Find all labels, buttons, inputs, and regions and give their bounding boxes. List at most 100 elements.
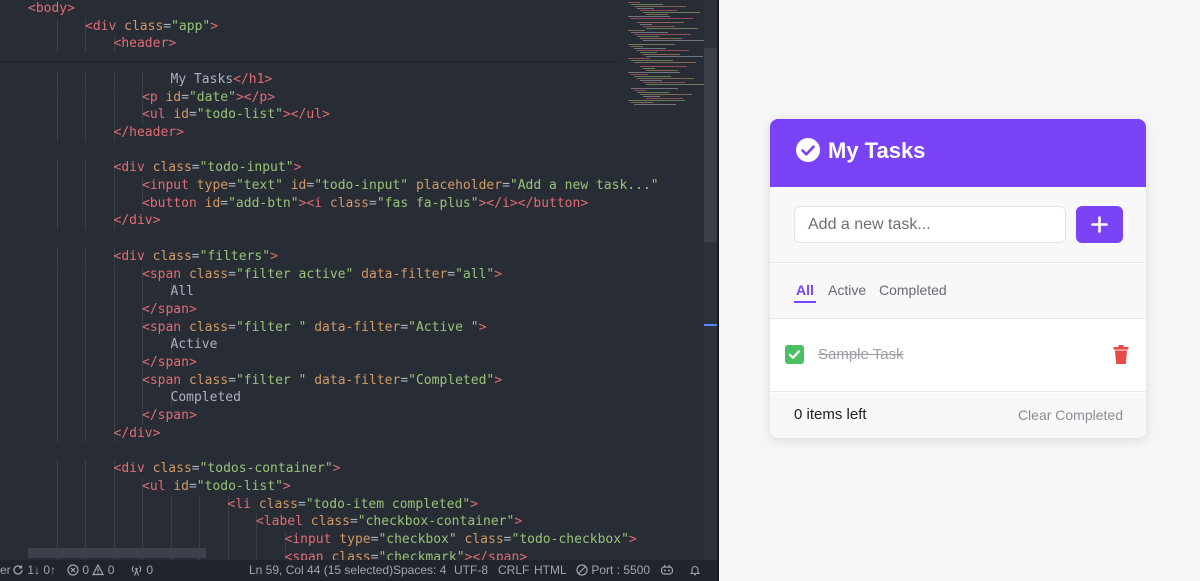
language-mode[interactable]: HTML	[534, 560, 567, 581]
code-line[interactable]: <span class="filter active" data-filter=…	[142, 266, 502, 284]
scrollbar-thumb[interactable]	[704, 48, 717, 242]
indent-guide	[85, 159, 86, 177]
indent-guide	[113, 354, 115, 372]
code-line[interactable]: <span class="checkmark"></span>	[285, 549, 528, 560]
minimap-line	[643, 82, 685, 83]
code-area[interactable]: <body> <div class="app"> <header> My Tasks<…	[0, 0, 659, 560]
problems-status[interactable]: 0 0	[67, 560, 114, 581]
code-line[interactable]: <span class="filter " data-filter="Activ…	[142, 319, 486, 337]
filter-bar: All Active Completed	[770, 264, 1146, 319]
code-line[interactable]: <div class="filters">	[114, 248, 278, 266]
clear-completed-button[interactable]: Clear Completed	[1018, 407, 1123, 423]
code-token: >	[332, 461, 341, 477]
code-line[interactable]: <ul id="todo-list">	[142, 478, 291, 496]
code-line[interactable]: <div class="app">	[85, 18, 218, 36]
minimap-line	[640, 66, 687, 67]
items-left-count: 0 items left	[794, 406, 867, 423]
minimap-line	[628, 2, 640, 3]
minimap-line	[637, 92, 669, 93]
indent-guide	[56, 477, 58, 496]
error-count: 0	[82, 563, 90, 577]
indent-guide	[56, 106, 58, 124]
todo-checkbox[interactable]	[785, 345, 804, 364]
code-token: "todo-item completed"	[305, 496, 471, 512]
ports-status[interactable]: 0	[130, 560, 153, 581]
code-line[interactable]: <ul id="todo-list"></ul>	[142, 106, 330, 124]
add-task-button[interactable]	[1076, 206, 1123, 243]
minimap-line	[631, 46, 643, 47]
code-line[interactable]: <div class="todos-container">	[114, 460, 341, 478]
code-token: All	[170, 284, 194, 300]
ports-count: 0	[146, 563, 154, 577]
indent-guide	[113, 531, 115, 549]
code-line[interactable]: </header>	[114, 124, 184, 142]
code-token: ></p>	[235, 89, 276, 105]
copilot-status[interactable]	[660, 560, 674, 581]
code-line[interactable]: <span class="filter " data-filter="Compl…	[142, 372, 502, 390]
sync-icon	[13, 565, 23, 575]
code-token: "todo-checkbox"	[511, 532, 629, 547]
code-line[interactable]: All	[171, 283, 194, 301]
filter-completed[interactable]: Completed	[879, 282, 947, 304]
code-line[interactable]: <div class="todo-input">	[114, 159, 302, 177]
filter-active[interactable]: Active	[828, 282, 866, 304]
indent-guide	[85, 460, 86, 478]
new-task-input[interactable]	[794, 206, 1066, 243]
indent-guide	[113, 70, 115, 89]
code-line[interactable]: Active	[171, 336, 218, 354]
line-ending-setting[interactable]: CRLF	[498, 560, 529, 581]
code-line[interactable]: <button id="add-btn"><i class="fas fa-pl…	[142, 195, 588, 213]
code-line[interactable]: <p id="date"></p>	[142, 89, 275, 107]
code-line[interactable]: </span>	[142, 407, 197, 425]
code-line[interactable]: <input type="text" id="todo-input" place…	[142, 177, 659, 195]
indent-guide	[56, 318, 58, 337]
code-token: >	[494, 266, 503, 282]
encoding-setting[interactable]: UTF-8	[454, 560, 488, 581]
indent-guide	[85, 354, 86, 372]
code-line[interactable]: <li class="todo-item completed">	[228, 496, 478, 514]
trash-icon[interactable]	[1113, 345, 1129, 364]
indent-guide	[85, 495, 86, 514]
code-token: </span>	[142, 408, 197, 424]
indent-guide	[85, 247, 86, 266]
code-line[interactable]: <input type="checkbox" class="todo-check…	[285, 531, 637, 549]
indentation-setting[interactable]: Spaces: 4	[393, 560, 446, 581]
code-token: "todo-list"	[196, 478, 283, 494]
minimap-line	[637, 22, 684, 23]
code-line[interactable]: Completed	[171, 389, 241, 407]
indent-guide	[85, 88, 86, 107]
code-editor[interactable]: <body> <div class="app"> <header> My Tasks<…	[0, 0, 717, 560]
live-server-port[interactable]: Port : 5500	[576, 560, 650, 581]
indent-guide	[142, 495, 143, 514]
code-token: =	[191, 160, 200, 176]
code-line[interactable]: </div>	[114, 425, 161, 443]
minimap-line	[631, 32, 668, 33]
code-line[interactable]: </span>	[142, 354, 197, 372]
horizontal-scrollbar-thumb[interactable]	[28, 548, 206, 558]
code-line[interactable]: </div>	[114, 212, 161, 230]
indent-guide	[85, 531, 86, 549]
indent-guide	[56, 177, 58, 195]
code-token: <header>	[113, 36, 177, 52]
minimap-line	[646, 98, 683, 99]
indent-guide	[199, 513, 200, 531]
minimap-line	[637, 50, 689, 51]
cursor-position[interactable]: Ln 59, Col 44 (15 selected)	[249, 560, 393, 581]
minimap-line	[634, 62, 696, 63]
code-token: >	[514, 514, 523, 530]
code-line[interactable]: <header>	[114, 35, 177, 53]
code-line[interactable]: </span>	[142, 301, 197, 319]
code-line[interactable]: My Tasks</h1>	[171, 71, 273, 89]
minimap-line	[646, 70, 678, 71]
code-line[interactable]: <label class="checkbox-container">	[256, 513, 522, 531]
code-token: =	[191, 248, 200, 264]
warning-icon	[92, 563, 105, 575]
code-token: "fas fa-plus"	[376, 195, 479, 211]
indent-guide	[85, 300, 86, 319]
code-token: class	[188, 266, 229, 282]
indent-guide	[170, 495, 172, 514]
code-line[interactable]: <body>	[28, 0, 75, 18]
sync-status[interactable]: 1↓ 0↑	[12, 560, 56, 581]
minimap[interactable]	[622, 0, 708, 560]
notifications[interactable]	[689, 560, 701, 581]
